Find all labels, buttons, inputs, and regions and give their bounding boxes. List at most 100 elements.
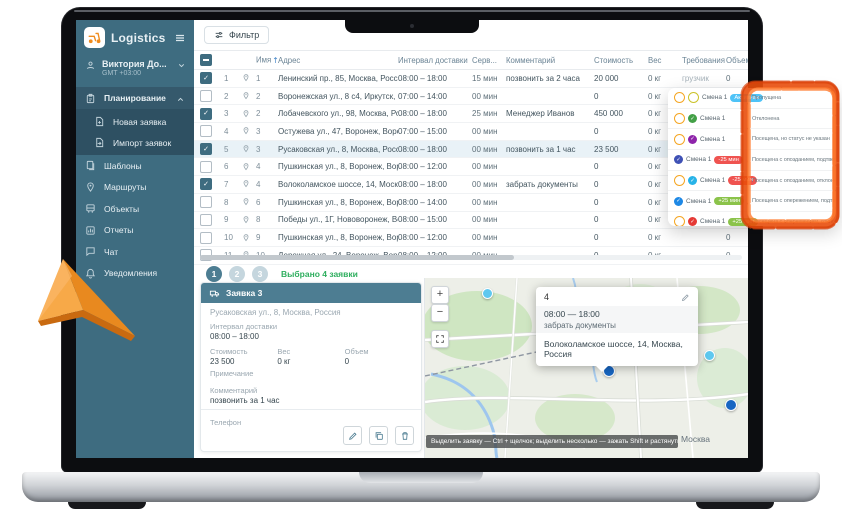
- selection-info: Выбрано 4 заявки: [281, 269, 358, 279]
- row-checkbox[interactable]: [200, 90, 212, 102]
- edit-button[interactable]: [343, 426, 362, 445]
- table-row[interactable]: 86Пушкинская ул., 8, Воронеж, Вор...08:0…: [194, 194, 748, 212]
- page-button-3[interactable]: 3: [252, 266, 268, 282]
- user-menu[interactable]: Виктория До... GMT +03:00: [76, 53, 194, 87]
- sidebar-item-doc-import[interactable]: Импорт заявок: [76, 132, 194, 153]
- map-marker-light[interactable]: [704, 350, 715, 361]
- purple-marker-icon: ✓: [688, 135, 697, 144]
- sidebar-item-doc-plus[interactable]: Новая заявка: [76, 111, 194, 132]
- indigo-marker-icon: ✓: [674, 155, 683, 164]
- user-icon: [85, 60, 96, 71]
- row-checkbox[interactable]: [200, 214, 212, 226]
- column-header-cost[interactable]: Стоимость: [594, 56, 648, 65]
- table-row[interactable]: ✓74Волоколамское шоссе, 14, Моск...08:00…: [194, 176, 748, 194]
- filter-button[interactable]: Фильтр: [204, 26, 269, 44]
- map-popup-comment: забрать документы: [544, 321, 690, 330]
- shift-label: Смена 1: [700, 177, 725, 184]
- status-legend-row[interactable]: ✓Смена 1Посещена, но статус не указан: [668, 129, 838, 150]
- doc-plus-icon: [94, 116, 105, 127]
- status-legend-row[interactable]: Смена 1АктивнаяПропущена: [668, 88, 838, 109]
- map[interactable]: + − 4 08:00 — 18:00: [424, 278, 748, 458]
- column-header-volume[interactable]: Объем: [726, 56, 748, 65]
- map-popup-address: Волоколамское шоссе, 14, Москва, Россия: [544, 339, 690, 359]
- row-address: Остужева ул., 47, Воронеж, Ворон...: [278, 127, 398, 136]
- page-button-1[interactable]: 1: [206, 266, 222, 282]
- shift-label: Смена 1: [702, 94, 727, 101]
- orange-arrow-annotation: [28, 246, 140, 352]
- request-card-body: Русаковская ул., 8, Москва, Россия Интер…: [201, 303, 421, 410]
- column-header-weight[interactable]: Вес: [648, 56, 682, 65]
- row-checkbox[interactable]: [200, 161, 212, 173]
- status-legend-row[interactable]: ✓Смена 1+25 минПосещена с опережением, о…: [668, 212, 838, 226]
- select-all-checkbox[interactable]: [200, 54, 212, 66]
- table-body: ✓11Ленинский пр., 85, Москва, Россия08:0…: [194, 70, 748, 254]
- shift-label: Смена 1: [700, 218, 725, 225]
- column-header-interval[interactable]: Интервал доставки: [398, 56, 472, 65]
- pin-icon: [242, 180, 256, 188]
- status-legend-row[interactable]: ✓Смена 1-25 минПосещена с опозданием, по…: [668, 150, 838, 171]
- page-button-2[interactable]: 2: [229, 266, 245, 282]
- row-address: Пушкинская ул., 8, Воронеж, Вор...: [278, 198, 398, 207]
- column-header-name[interactable]: Имя↑1: [256, 55, 278, 65]
- copy-button[interactable]: [369, 426, 388, 445]
- status-legend-row[interactable]: ✓Смена 1-25 минПосещена с опозданием, от…: [668, 171, 838, 192]
- shift-label: Смена 1: [686, 156, 711, 163]
- row-checkbox[interactable]: ✓: [200, 143, 212, 155]
- edit-icon[interactable]: [681, 293, 690, 302]
- table-row[interactable]: 43Остужева ул., 47, Воронеж, Ворон...07:…: [194, 123, 748, 141]
- table-row[interactable]: 109Пушкинская ул., 8, Воронеж, Вор...08:…: [194, 229, 748, 247]
- zoom-out-button[interactable]: −: [431, 304, 449, 322]
- row-checkbox[interactable]: ✓: [200, 108, 212, 120]
- red-marker-icon: ✓: [688, 217, 697, 226]
- request-volume: 0: [345, 357, 412, 366]
- request-interval: 08:00 – 18:00: [210, 332, 412, 341]
- row-checkbox[interactable]: [200, 232, 212, 244]
- row-checkbox[interactable]: [200, 125, 212, 137]
- pin-icon: [242, 163, 256, 171]
- table-row[interactable]: 22Воронежская ул., 8 с4, Иркутск, И...07…: [194, 88, 748, 106]
- row-checkbox[interactable]: ✓: [200, 72, 212, 84]
- map-popup-title: 4: [544, 292, 549, 302]
- horizontal-scrollbar[interactable]: [200, 255, 742, 260]
- sidebar-item-planning[interactable]: Планирование: [76, 87, 194, 109]
- status-description: Посещена с опережением, отклонена: [752, 219, 835, 225]
- city-label: Москва: [681, 434, 710, 444]
- app-screen: Logistics Виктория До... GMT +03:00: [76, 20, 748, 458]
- status-description: Посещена с опережением, подтверждена: [752, 198, 835, 204]
- pin-icon: [242, 216, 256, 224]
- status-legend-row[interactable]: ✓Смена 1Отклонена: [668, 109, 838, 130]
- blue-marker-icon: ✓: [674, 197, 683, 206]
- column-header-address[interactable]: Адрес: [278, 56, 398, 65]
- delete-button[interactable]: [395, 426, 414, 445]
- table-row[interactable]: ✓11Ленинский пр., 85, Москва, Россия08:0…: [194, 70, 748, 88]
- menu-toggle-icon[interactable]: [174, 32, 186, 44]
- sidebar-item-routes[interactable]: Маршруты: [76, 177, 194, 199]
- column-header-service[interactable]: Серв...: [472, 56, 506, 65]
- table-row[interactable]: ✓32Лобачевского ул., 98, Москва, Ро...08…: [194, 105, 748, 123]
- request-weight: 0 кг: [277, 357, 344, 366]
- column-header-comment[interactable]: Комментарий: [506, 56, 594, 65]
- row-checkbox[interactable]: [200, 196, 212, 208]
- main-content: Фильтр Имя↑1 Адрес Интервал доставки Сер…: [194, 20, 748, 458]
- shift-label: Смена 1: [700, 136, 725, 143]
- time-badge: +25 мин: [714, 197, 744, 205]
- status-legend-row[interactable]: ✓Смена 1+25 минПосещена с опережением, п…: [668, 191, 838, 212]
- orange-outline-marker-icon: [674, 216, 685, 226]
- table-row[interactable]: ✓53Русаковская ул., 8, Москва, Россия08:…: [194, 141, 748, 159]
- orange-outline-marker-icon: [674, 134, 685, 145]
- table-row[interactable]: 64Пушкинская ул., 8, Воронеж, Вор...08:0…: [194, 158, 748, 176]
- map-marker-light[interactable]: [482, 288, 493, 299]
- table-row[interactable]: 98Победы ул., 1Г, Нововоронеж, Во...08:0…: [194, 212, 748, 230]
- scrollbar-thumb[interactable]: [200, 255, 514, 260]
- fullscreen-button[interactable]: [431, 330, 449, 348]
- sidebar-item-templates[interactable]: Шаблоны: [76, 155, 194, 177]
- row-address: Пушкинская ул., 8, Воронеж, Вор...: [278, 233, 398, 242]
- zoom-in-button[interactable]: +: [431, 286, 449, 304]
- map-marker-dark[interactable]: [725, 399, 737, 411]
- sidebar-item-objects[interactable]: Объекты: [76, 198, 194, 220]
- row-checkbox[interactable]: ✓: [200, 178, 212, 190]
- row-address: Волоколамское шоссе, 14, Моск...: [278, 180, 398, 189]
- column-header-requirements[interactable]: Требования ...: [682, 56, 726, 65]
- row-address: Лобачевского ул., 98, Москва, Ро...: [278, 109, 398, 118]
- sidebar-item-reports[interactable]: Отчеты: [76, 220, 194, 242]
